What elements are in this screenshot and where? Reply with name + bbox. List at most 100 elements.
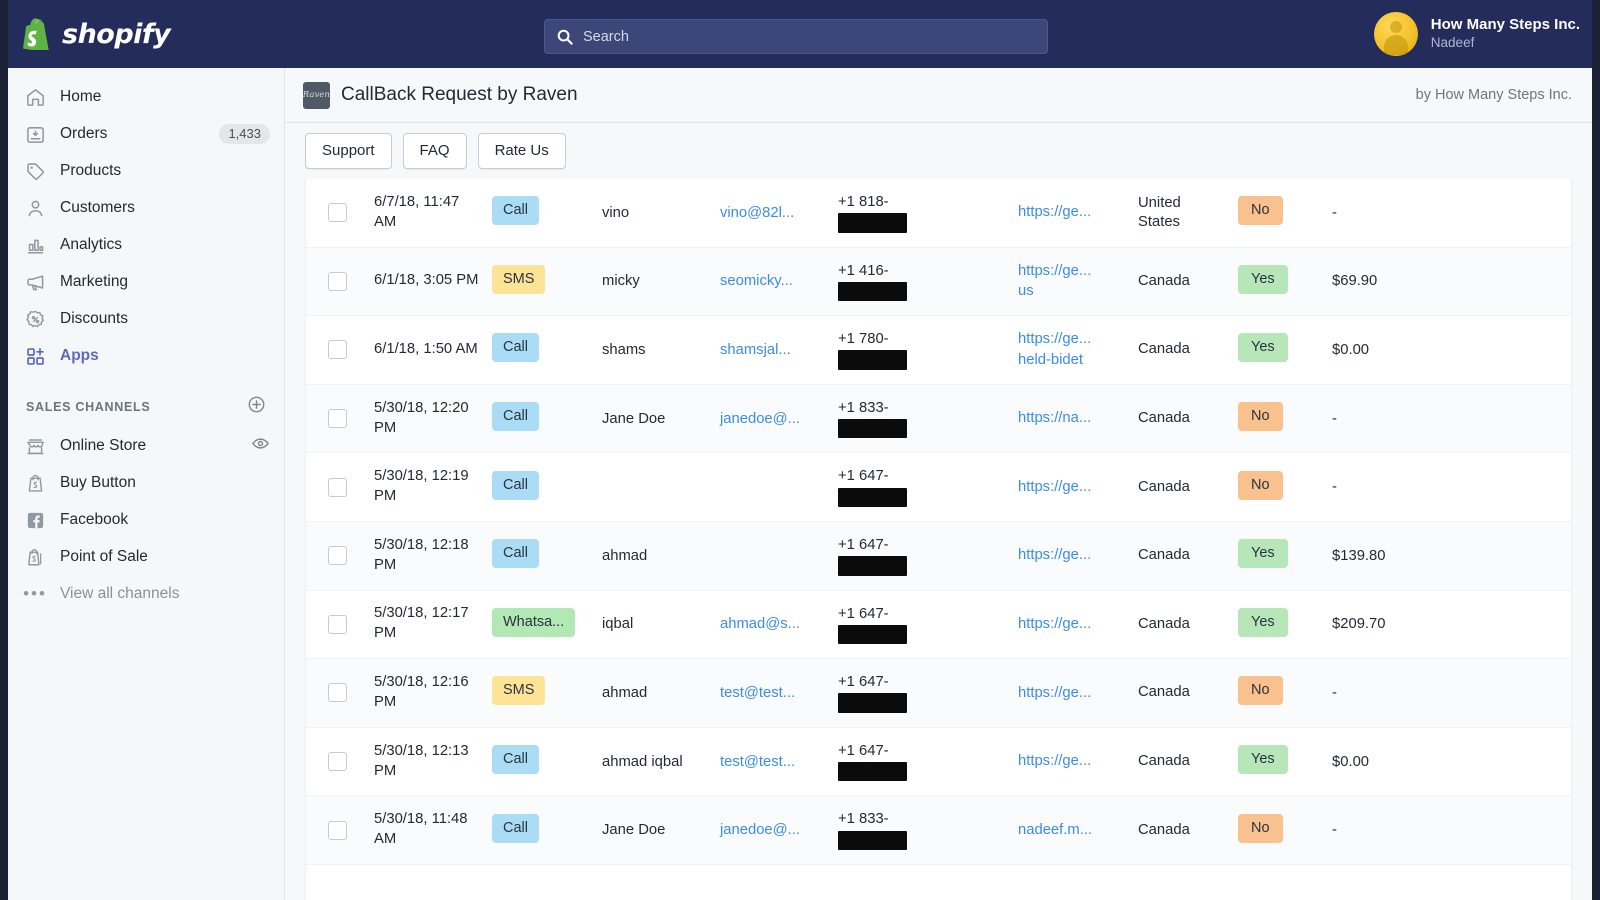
sidebar-item-discounts[interactable]: Discounts — [8, 302, 284, 336]
sidebar-item-customers[interactable]: Customers — [8, 191, 284, 225]
email-link[interactable]: test@test... — [720, 754, 795, 770]
converted-badge: No — [1238, 471, 1283, 500]
page-url-link[interactable]: https://ge... — [1018, 263, 1091, 279]
table-row[interactable]: 5/30/18, 12:17 PMWhatsa...iqbalahmad@s..… — [306, 591, 1571, 660]
cell-email[interactable]: test@test... — [714, 685, 832, 701]
redaction-bar: 968-5067 — [838, 762, 907, 781]
cell-amount: - — [1326, 685, 1446, 701]
page-url-link[interactable]: https://ge... — [1018, 547, 1091, 563]
table-row[interactable]: 5/30/18, 11:48 AMCallJane Doejanedoe@...… — [306, 796, 1571, 865]
page-url-link[interactable]: https://ge... — [1018, 685, 1091, 701]
row-select-checkbox[interactable] — [328, 615, 347, 634]
cell-url[interactable]: https://ge... — [1012, 202, 1132, 223]
page-url-link[interactable]: nadeef.m... — [1018, 822, 1092, 838]
account-menu[interactable]: How Many Steps Inc. Nadeef — [1374, 12, 1580, 56]
email-link[interactable]: test@test... — [720, 685, 795, 701]
phone-prefix: +1 647- — [838, 605, 1006, 624]
shopify-brand[interactable]: shopify — [22, 18, 272, 50]
cell-url[interactable]: https://ge... — [1012, 614, 1132, 635]
cell-phone: +1 833-600-0071 — [832, 399, 1012, 438]
page-url-link[interactable]: https://ge... — [1018, 479, 1091, 495]
plus-circle-icon[interactable] — [247, 395, 266, 419]
sidebar-item-home[interactable]: Home — [8, 80, 284, 114]
row-select-checkbox[interactable] — [328, 203, 347, 222]
email-link[interactable]: janedoe@... — [720, 822, 800, 838]
cell-type: Call — [486, 333, 596, 366]
row-select-checkbox[interactable] — [328, 683, 347, 702]
cell-country: United States — [1132, 194, 1232, 232]
table-row[interactable]: 5/30/18, 12:19 PMCall+1 647-968-6067http… — [306, 453, 1571, 522]
redaction-bar: 600-0071 — [838, 831, 907, 850]
sidebar-item-view-all-channels[interactable]: ••• View all channels — [8, 577, 284, 611]
faq-button[interactable]: FAQ — [403, 133, 467, 169]
cell-country: Canada — [1132, 546, 1232, 565]
cell-url[interactable]: https://ge... — [1012, 751, 1132, 772]
row-select-checkbox[interactable] — [328, 752, 347, 771]
support-button[interactable]: Support — [305, 133, 392, 169]
table-row[interactable]: 6/7/18, 11:47 AMCallvinovino@82l...+1 81… — [306, 179, 1571, 248]
table-row[interactable]: 5/30/18, 12:16 PMSMSahmadtest@test...+1 … — [306, 659, 1571, 728]
table-row[interactable]: 5/30/18, 12:20 PMCallJane Doejanedoe@...… — [306, 385, 1571, 454]
row-select-checkbox[interactable] — [328, 409, 347, 428]
row-select-checkbox[interactable] — [328, 478, 347, 497]
redaction-bar: 968-6067 — [838, 488, 907, 507]
browser-viewport: shopify Search How Many Steps Inc. Nadee… — [8, 0, 1592, 900]
page-url-link[interactable]: https://ge... — [1018, 331, 1091, 347]
row-select-cell — [306, 683, 368, 702]
sidebar-item-orders[interactable]: Orders 1,433 — [8, 117, 284, 151]
cell-email[interactable]: janedoe@... — [714, 411, 832, 427]
cell-url[interactable]: https://ge... held-bidet — [1012, 329, 1132, 370]
sidebar-item-facebook[interactable]: Facebook — [8, 503, 284, 537]
table-row[interactable]: 6/1/18, 3:05 PMSMSmickyseomicky...+1 416… — [306, 248, 1571, 317]
cell-url[interactable]: nadeef.m... — [1012, 820, 1132, 841]
sidebar-item-point-of-sale[interactable]: Point of Sale — [8, 540, 284, 574]
rate-us-button[interactable]: Rate Us — [478, 133, 566, 169]
cell-date: 5/30/18, 12:18 PM — [368, 536, 486, 576]
email-link[interactable]: vino@82l... — [720, 205, 794, 221]
page-url-link[interactable]: https://ge... — [1018, 204, 1091, 220]
cell-url[interactable]: https://ge... — [1012, 545, 1132, 566]
row-select-checkbox[interactable] — [328, 340, 347, 359]
row-select-checkbox[interactable] — [328, 546, 347, 565]
cell-email[interactable]: test@test... — [714, 754, 832, 770]
cell-type: SMS — [486, 265, 596, 298]
email-link[interactable]: seomicky... — [720, 273, 793, 289]
email-link[interactable]: janedoe@... — [720, 411, 800, 427]
cell-name: Jane Doe — [596, 822, 714, 838]
sidebar-item-online-store[interactable]: Online Store — [8, 429, 284, 463]
sidebar-item-analytics[interactable]: Analytics — [8, 228, 284, 262]
cell-email[interactable]: vino@82l... — [714, 205, 832, 221]
sidebar-item-products[interactable]: Products — [8, 154, 284, 188]
email-link[interactable]: ahmad@s... — [720, 616, 800, 632]
table-row[interactable]: 5/30/18, 12:18 PMCallahmad+1 647-968-506… — [306, 522, 1571, 591]
email-link[interactable]: shamsjal... — [720, 342, 791, 358]
sidebar-item-marketing[interactable]: Marketing — [8, 265, 284, 299]
app-developer-byline: by How Many Steps Inc. — [1416, 87, 1572, 103]
page-url-link-cont[interactable]: us — [1018, 283, 1034, 299]
raven-app-icon-text: Raven — [303, 90, 330, 100]
cell-phone: +1 416-828-5402 — [832, 262, 1012, 301]
sidebar-item-apps[interactable]: Apps — [8, 339, 284, 373]
phone-suffix-redacted: 968-5676 — [838, 693, 1006, 712]
row-select-checkbox[interactable] — [328, 821, 347, 840]
cell-email[interactable]: janedoe@... — [714, 822, 832, 838]
type-badge: Call — [492, 814, 539, 843]
cell-url[interactable]: https://na... — [1012, 408, 1132, 429]
cell-url[interactable]: https://ge... — [1012, 477, 1132, 498]
cell-url[interactable]: https://ge... us — [1012, 261, 1132, 302]
cell-url[interactable]: https://ge... — [1012, 683, 1132, 704]
cell-email[interactable]: ahmad@s... — [714, 616, 832, 632]
page-url-link-cont[interactable]: held-bidet — [1018, 352, 1083, 368]
sidebar-item-buy-button[interactable]: Buy Button — [8, 466, 284, 500]
page-url-link[interactable]: https://ge... — [1018, 616, 1091, 632]
cell-email[interactable]: seomicky... — [714, 273, 832, 289]
cell-email[interactable]: shamsjal... — [714, 342, 832, 358]
table-row[interactable]: 6/1/18, 1:50 AMCallshamsshamsjal...+1 78… — [306, 316, 1571, 385]
eye-icon[interactable] — [251, 434, 270, 458]
converted-badge: Yes — [1238, 745, 1288, 774]
row-select-checkbox[interactable] — [328, 272, 347, 291]
global-search-input[interactable]: Search — [544, 19, 1048, 54]
page-url-link[interactable]: https://ge... — [1018, 753, 1091, 769]
page-url-link[interactable]: https://na... — [1018, 410, 1091, 426]
table-row[interactable]: 5/30/18, 12:13 PMCallahmad iqbaltest@tes… — [306, 728, 1571, 797]
